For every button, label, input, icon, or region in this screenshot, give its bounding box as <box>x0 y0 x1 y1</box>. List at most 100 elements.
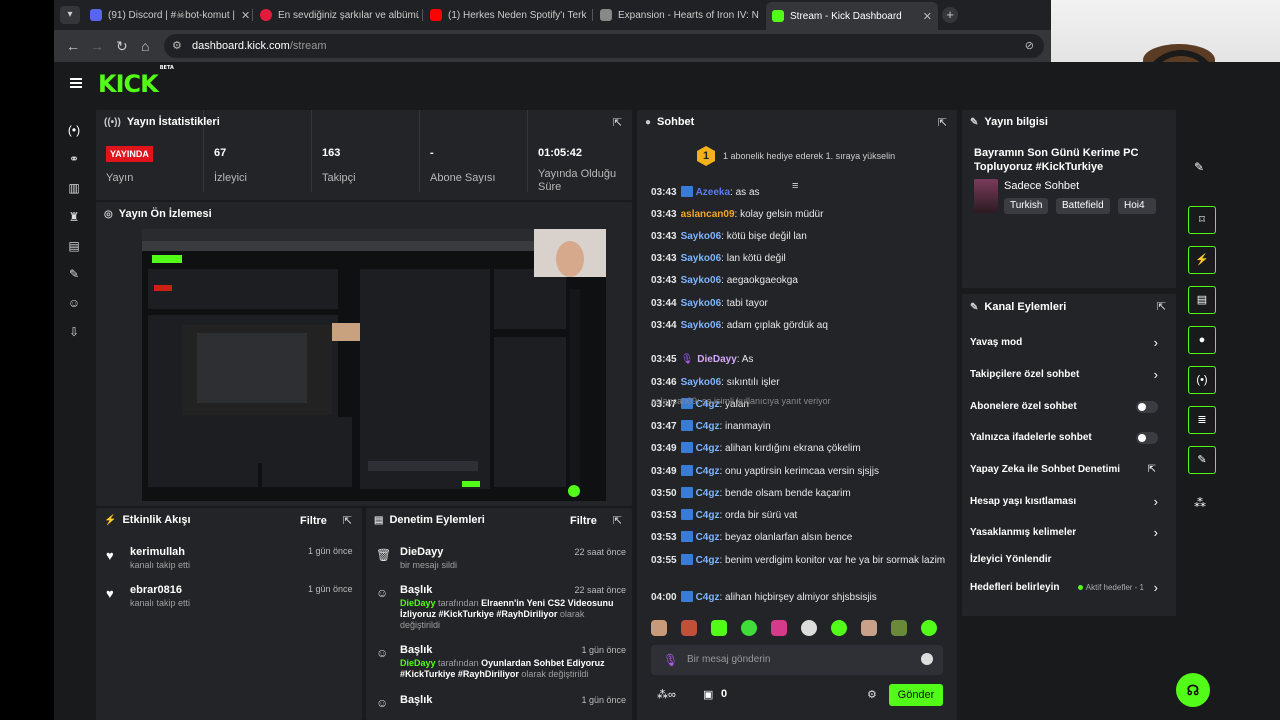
chat-message[interactable]: 03:43 Sayko06: lan kötü değil <box>651 252 946 265</box>
chat-message[interactable]: 03:43 Azeeka: as as <box>651 186 946 199</box>
users-infinity-icon[interactable]: ⁂∞ <box>657 688 676 701</box>
chat-message[interactable]: 03:49 C4gz: alihan kırdığını ekrana çökel… <box>651 442 946 455</box>
chat-username[interactable]: Sayko06 <box>681 298 722 309</box>
chat-message[interactable]: 03:53 C4gz: orda bir sürü vat <box>651 509 946 522</box>
analytics-icon[interactable]: ▥ <box>66 180 82 196</box>
browser-tab[interactable]: Expansion - Hearts of Iron IV: N ✕ <box>594 4 764 26</box>
filter-button[interactable]: Filtre <box>570 515 597 527</box>
chat-message[interactable]: 03:55 C4gz: benim verdigim konitor var he… <box>651 554 946 567</box>
chat-username[interactable]: Sayko06 <box>681 231 722 242</box>
broadcast-icon[interactable]: (•) <box>66 122 82 138</box>
mic-icon[interactable]: 🎙 <box>663 653 678 667</box>
popout-icon[interactable]: ⇱ <box>938 116 947 129</box>
close-icon[interactable]: ✕ <box>909 10 932 23</box>
emote-icon[interactable] <box>681 620 697 636</box>
site-info-icon[interactable]: ⚙ <box>172 39 182 52</box>
chat-username[interactable]: DieDayy <box>697 354 736 365</box>
stream-preview-video[interactable] <box>142 229 606 501</box>
tools-button[interactable]: ✎ <box>1188 446 1216 474</box>
broadcast-button[interactable]: (•) <box>1188 366 1216 394</box>
emote-icon[interactable] <box>771 620 787 636</box>
chat-message[interactable]: 03:46 Sayko06: sıkıntılı işler <box>651 376 946 389</box>
chat-username[interactable]: C4gz <box>696 555 720 566</box>
url-field[interactable]: ⚙ dashboard.kick.com/stream ⊘ <box>164 34 1044 58</box>
stack-button[interactable]: ≣ <box>1188 406 1216 434</box>
store-icon[interactable]: ▣ <box>703 688 713 701</box>
chat-message[interactable]: 03:43 Sayko06: aegaokgaeokga <box>651 274 946 287</box>
gift-leaderboard-banner[interactable]: 1 1 abonelik hediye ederek 1. sıraya yük… <box>697 146 895 166</box>
chat-username[interactable]: C4gz <box>696 443 720 454</box>
trophy-icon[interactable]: ♜ <box>66 209 82 225</box>
popout-icon[interactable]: ⇱ <box>613 514 622 527</box>
chat-message[interactable]: 03:53 C4gz: beyaz olanlarfan alsın bence <box>651 531 946 544</box>
emote-icon[interactable] <box>921 620 937 636</box>
raid-button[interactable]: ⚡ <box>1188 246 1216 274</box>
popout-icon[interactable]: ⇱ <box>343 514 352 527</box>
chat-username[interactable]: Sayko06 <box>681 253 722 264</box>
chat-username[interactable]: C4gz <box>696 510 720 521</box>
chat-username[interactable]: C4gz <box>696 466 720 477</box>
action-slow-mode[interactable]: Yavaş mod › <box>962 334 1168 354</box>
home-icon[interactable]: ⌂ <box>141 38 149 54</box>
action-ai-moderation[interactable]: Yapay Zeka ile Sohbet Denetimi ⇱ <box>962 461 1168 481</box>
chat-message[interactable]: 04:00 C4gz: alihan hiçbirşey almiyor shjs… <box>651 591 946 604</box>
support-button[interactable]: ☊ <box>1176 673 1210 707</box>
browser-tab[interactable]: (1) Herkes Neden Spotify'ı Terk ✕ <box>424 4 589 26</box>
action-host[interactable]: İzleyici Yönlendir <box>962 551 1168 571</box>
settings-icon[interactable]: ⚙ <box>867 688 877 701</box>
chat-username[interactable]: Sayko06 <box>681 377 722 388</box>
chat-username[interactable]: Azeeka <box>696 187 730 198</box>
browser-tab-active[interactable]: Stream - Kick Dashboard ✕ <box>766 2 938 30</box>
chat-message[interactable]: 03:44 Sayko06: tabi tayor <box>651 297 946 310</box>
notes-button[interactable]: ▤ <box>1188 286 1216 314</box>
users-icon[interactable]: ⁂ <box>1194 496 1206 510</box>
emote-icon[interactable] <box>711 620 727 636</box>
emote-icon[interactable] <box>801 620 817 636</box>
filter-button[interactable]: Filtre <box>300 515 327 527</box>
edit-icon[interactable]: ✎ <box>1194 160 1204 174</box>
close-icon[interactable]: ✕ <box>586 9 589 22</box>
wrench-icon[interactable]: ✎ <box>66 266 82 282</box>
eye-off-icon[interactable]: ⊘ <box>1025 39 1034 52</box>
chat-button[interactable]: ● <box>1188 326 1216 354</box>
reload-icon[interactable]: ↻ <box>116 38 128 55</box>
action-goals[interactable]: Hedefleri belirleyin Aktif hedefler - 1 › <box>962 579 1168 599</box>
send-button[interactable]: Gönder <box>889 684 943 706</box>
emote-icon[interactable] <box>831 620 847 636</box>
chat-message[interactable]: 03:45 🎙 DieDayy: As <box>651 353 946 366</box>
chat-message[interactable]: 03:43 Sayko06: kötü bişe değil lan <box>651 230 946 243</box>
browser-tab[interactable]: (91) Discord | #☠bot-komut | ✕ <box>84 4 249 26</box>
tab-search-dropdown[interactable]: ▾ <box>60 6 80 24</box>
popout-icon[interactable]: ⇱ <box>1157 300 1166 313</box>
emote-icon[interactable] <box>741 620 757 636</box>
chat-username[interactable]: Sayko06 <box>681 275 722 286</box>
kick-logo[interactable]: KICKBETA <box>98 65 174 98</box>
download-icon[interactable]: ⇩ <box>66 324 82 340</box>
users-icon[interactable]: ☺ <box>66 295 82 311</box>
video-icon[interactable]: ▤ <box>66 238 82 254</box>
emote-icon[interactable] <box>861 620 877 636</box>
emote-icon[interactable] <box>651 620 667 636</box>
chat-username[interactable]: C4gz <box>696 532 720 543</box>
link-icon[interactable]: ⚭ <box>66 151 82 167</box>
forward-icon[interactable]: → <box>90 38 104 54</box>
emote-only-toggle[interactable] <box>1136 432 1158 444</box>
back-icon[interactable]: ← <box>66 38 80 54</box>
chat-username[interactable]: C4gz <box>696 421 720 432</box>
chat-message[interactable]: 03:47 C4gz: inanmayin <box>651 420 946 433</box>
close-icon[interactable]: ✕ <box>235 9 249 22</box>
chat-message[interactable]: 03:50 C4gz: bende olsam bende kaçarim <box>651 487 946 500</box>
new-tab-icon[interactable]: + <box>942 7 958 23</box>
chat-username[interactable]: C4gz <box>696 592 720 603</box>
subscribers-only-toggle[interactable] <box>1136 401 1158 413</box>
menu-icon[interactable] <box>70 78 82 88</box>
chat-username[interactable]: aslancan09 <box>681 209 735 220</box>
chat-message[interactable]: 03:44 Sayko06: adam çıplak gördük aq <box>651 319 946 332</box>
emote-icon[interactable] <box>891 620 907 636</box>
chat-input[interactable]: 🎙 Bir mesaj gönderin <box>651 645 943 675</box>
action-account-age[interactable]: Hesap yaşı kısıtlaması › <box>962 493 1168 513</box>
close-icon[interactable]: ✕ <box>759 9 764 22</box>
chat-message[interactable]: 03:49 C4gz: onu yaptirsin kerimcaa versin… <box>651 465 946 478</box>
chat-username[interactable]: C4gz <box>696 488 720 499</box>
chat-message[interactable]: 03:43 aslancan09: kolay gelsin müdür <box>651 208 946 221</box>
